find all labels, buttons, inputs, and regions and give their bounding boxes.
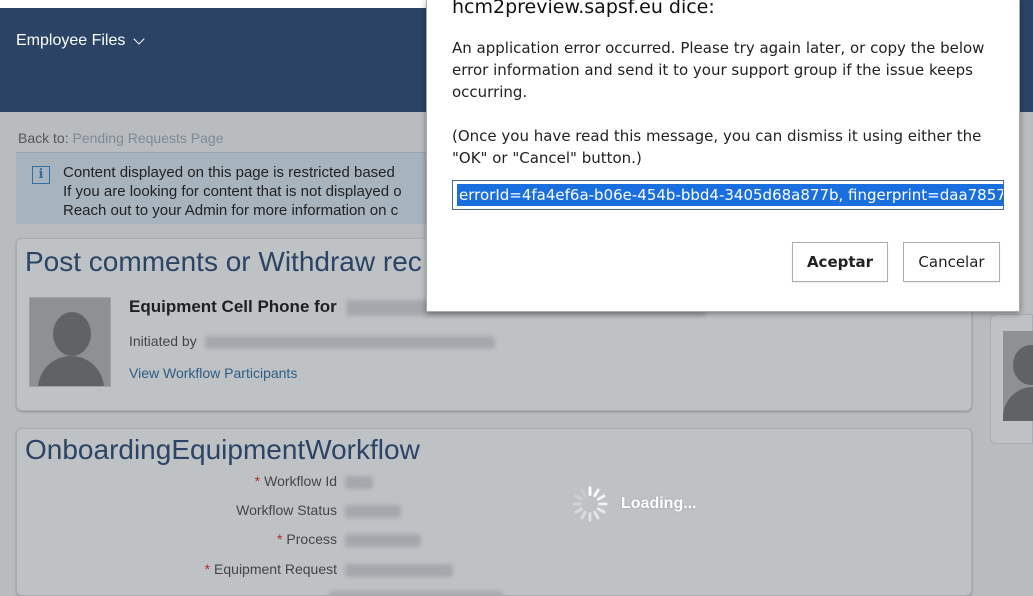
spinner-icon [572,486,608,522]
side-card [990,314,1033,444]
avatar-body [38,356,104,386]
redacted-value [345,534,421,547]
error-info-field[interactable]: errorId=4fa4ef6a-b06e-454b-bbd4-3405d68a… [452,180,1004,210]
top-white-strip [0,0,426,8]
breadcrumb: Back to: Pending Requests Page [18,130,223,146]
avatar-body [1003,387,1033,421]
field-workflow-id: * Workflow Id [17,473,373,489]
employee-files-menu[interactable]: Employee Files [16,32,146,50]
pending-requests-link[interactable]: Pending Requests Page [72,130,223,146]
required-marker: * [276,531,283,547]
loading-text: Loading... [621,495,697,512]
field-label: Equipment Request [214,561,337,577]
avatar [1003,331,1033,421]
info-icon: i [32,166,50,184]
dialog-title: hcm2preview.sapsf.eu dice: [452,0,715,18]
card-title: Post comments or Withdraw rec [25,246,422,277]
info-line: Content displayed on this page is restri… [63,164,395,181]
redacted-initiator [204,335,495,349]
view-workflow-participants-link[interactable]: View Workflow Participants [129,365,297,381]
alert-dialog: hcm2preview.sapsf.eu dice: An applicatio… [426,0,1020,312]
initiated-by-label: Initiated by [129,333,197,349]
info-line: Reach out to your Admin for more informa… [63,202,399,219]
field-label: Workflow Status [236,502,337,518]
info-banner-text: Content displayed on this page is restri… [63,163,402,220]
card-title: OnboardingEquipmentWorkflow [25,434,420,465]
info-banner: i Content displayed on this page is rest… [16,152,436,224]
dialog-note: (Once you have read this message, you ca… [452,127,982,167]
avatar-head [1013,345,1033,385]
field-label: Workflow Id [264,473,337,489]
required-marker: * [254,473,261,489]
avatar-head [53,312,91,356]
loading-indicator: Loading... [571,485,697,523]
avatar [29,297,111,387]
field-equipment-request: * Equipment Request [17,561,453,577]
required-marker: * [204,561,211,577]
workflow-card: OnboardingEquipmentWorkflow * Workflow Id… [16,428,972,596]
field-workflow-status: Workflow Status [17,502,401,518]
dialog-message: An application error occurred. Please tr… [452,39,985,101]
error-info-selected-text: errorId=4fa4ef6a-b06e-454b-bbd4-3405d68a… [457,184,1003,206]
back-to-label: Back to: [18,130,69,146]
redacted-value [345,564,453,577]
chevron-down-icon [133,33,146,45]
redacted-value [345,505,401,518]
initiated-by: Initiated by [129,333,495,349]
ok-button[interactable]: Aceptar [792,242,888,282]
info-line: If you are looking for content that is n… [63,183,402,200]
redacted-value [329,591,503,596]
redacted-value [345,476,373,489]
employee-files-label: Employee Files [16,32,126,49]
field-label: Process [286,531,337,547]
equipment-title-text: Equipment Cell Phone for [129,297,337,316]
cancel-button[interactable]: Cancelar [903,242,1000,282]
field-process: * Process [17,531,421,547]
